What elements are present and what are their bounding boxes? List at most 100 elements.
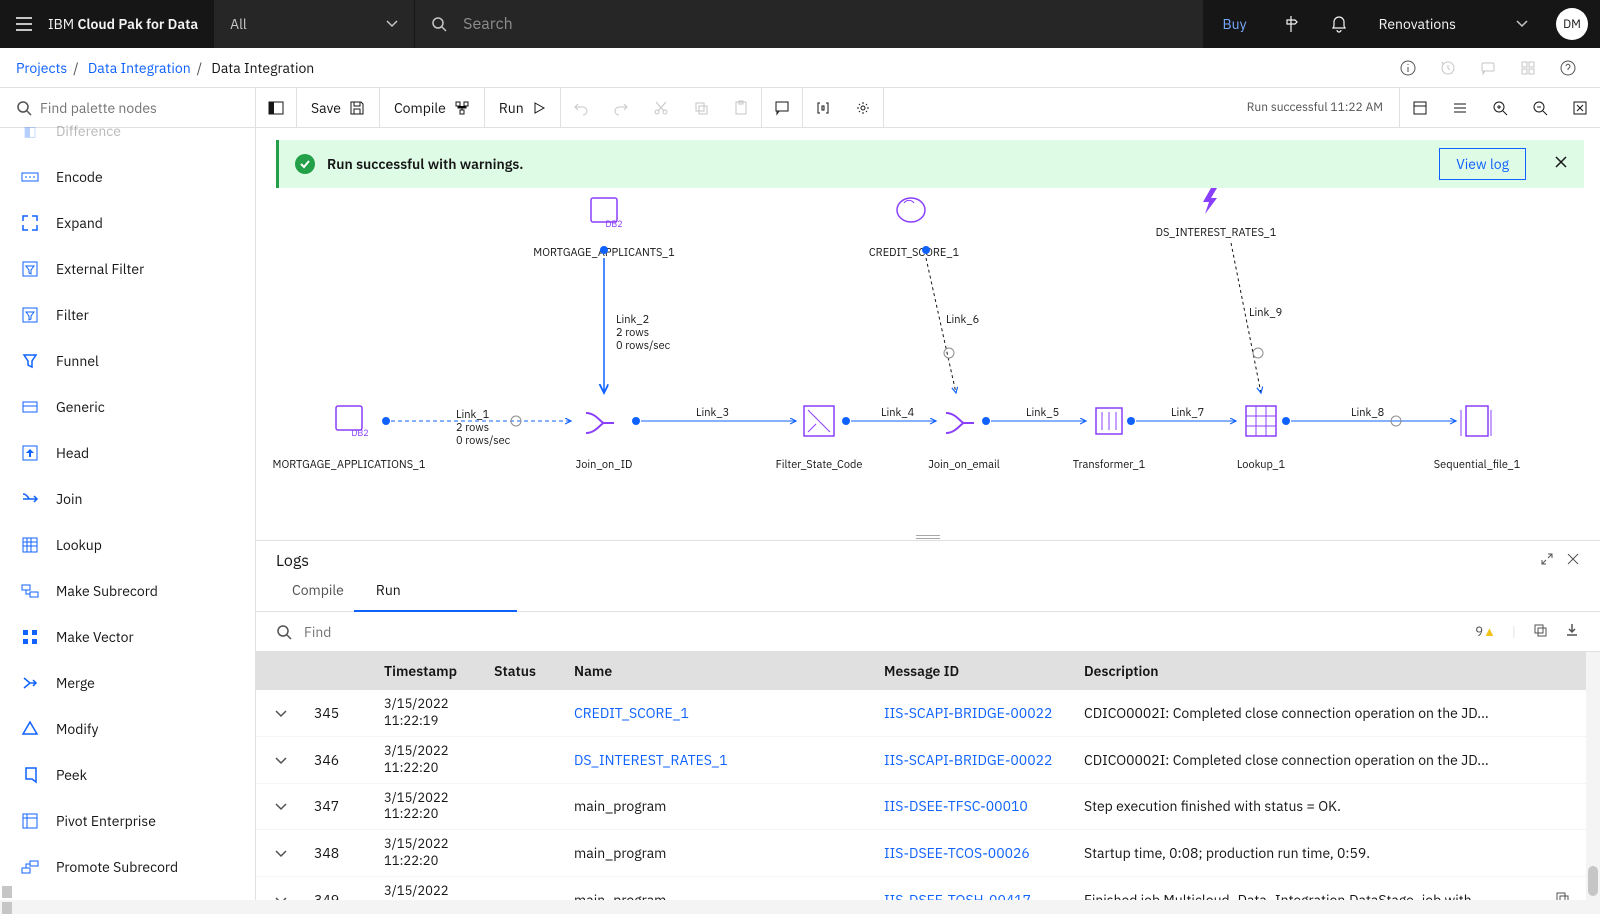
paste-button[interactable] <box>721 88 761 128</box>
layout-button[interactable] <box>1400 88 1440 128</box>
node-sequential-file[interactable]: Sequential_file_1 <box>1434 406 1521 472</box>
copy-row-button[interactable] <box>1546 830 1586 877</box>
maximize-logs-button[interactable] <box>1540 551 1554 571</box>
palette-item-make-vector[interactable]: Make Vector <box>0 614 255 660</box>
expand-row-button[interactable] <box>256 830 306 877</box>
svg-text:Link_8: Link_8 <box>1351 406 1384 420</box>
zoom-out-icon <box>1532 100 1548 116</box>
scope-dropdown[interactable]: All <box>214 0 414 48</box>
palette-item-encode[interactable]: Encode <box>0 154 255 200</box>
tab-compile[interactable]: Compile <box>276 571 360 611</box>
palette-item-make-subrecord[interactable]: Make Subrecord <box>0 568 255 614</box>
close-notification-button[interactable] <box>1554 154 1568 174</box>
log-row[interactable]: 3483/15/202211:22:20main_programIIS-DSEE… <box>256 830 1586 877</box>
expand-row-button[interactable] <box>256 783 306 830</box>
palette-item-expand[interactable]: Expand <box>0 200 255 246</box>
palette-item-difference[interactable]: ◧Difference <box>0 108 255 154</box>
header-actions: Buy Renovations DM <box>1203 0 1600 48</box>
log-row[interactable]: 3453/15/202211:22:19CREDIT_SCORE_1IIS-SC… <box>256 690 1586 736</box>
node-lookup[interactable]: Lookup_1 <box>1237 406 1286 472</box>
log-row[interactable]: 3493/15/202211:22:20main_programIIS-DSEE… <box>256 877 1586 900</box>
history-button[interactable] <box>1432 52 1464 84</box>
copy-button[interactable] <box>681 88 721 128</box>
compile-button[interactable]: Compile <box>380 88 484 128</box>
node-join-id[interactable]: Join_on_ID <box>576 413 633 472</box>
tab-run[interactable]: Run <box>360 571 417 611</box>
comment-button[interactable] <box>1472 52 1504 84</box>
add-comment-button[interactable] <box>762 88 802 128</box>
palette-item-generic[interactable]: Generic <box>0 384 255 430</box>
toggle-panel-button[interactable] <box>256 88 296 128</box>
hamburger-menu[interactable] <box>0 0 48 48</box>
row-msgid[interactable]: IIS-DSEE-TOSH-00417 <box>876 877 1076 900</box>
info-button[interactable] <box>1392 52 1424 84</box>
copy-row-button[interactable] <box>1546 877 1586 900</box>
palette-item-filter[interactable]: Filter <box>0 292 255 338</box>
copy-row-button[interactable] <box>1546 783 1586 830</box>
zoom-out-button[interactable] <box>1520 88 1560 128</box>
canvas[interactable]: Run successful with warnings. View log D… <box>256 128 1600 534</box>
node-mortgage-applications[interactable]: DB2MORTGAGE_APPLICATIONS_1 <box>273 406 426 472</box>
palette-item-head[interactable]: Head <box>0 430 255 476</box>
row-timestamp: 3/15/202211:22:19 <box>376 690 486 736</box>
logs-find-input[interactable] <box>304 623 1463 641</box>
compile-icon <box>454 100 470 116</box>
copy-row-button[interactable] <box>1546 690 1586 736</box>
row-msgid[interactable]: IIS-DSEE-TFSC-00010 <box>876 783 1076 830</box>
undo-button[interactable] <box>561 88 601 128</box>
cut-button[interactable] <box>641 88 681 128</box>
palette-item-modify[interactable]: Modify <box>0 706 255 752</box>
workspace-dropdown[interactable]: Renovations <box>1363 15 1544 33</box>
zoom-fit-button[interactable] <box>1560 88 1600 128</box>
breadcrumb: Projects/ Data Integration/ Data Integra… <box>16 59 314 77</box>
palette-item-external-filter[interactable]: External Filter <box>0 246 255 292</box>
redo-button[interactable] <box>601 88 641 128</box>
avatar[interactable]: DM <box>1556 8 1588 40</box>
breadcrumb-bar: Projects/ Data Integration/ Data Integra… <box>0 48 1600 88</box>
notifications-button[interactable] <box>1315 0 1363 48</box>
palette-item-merge[interactable]: Merge <box>0 660 255 706</box>
logs-scrollbar[interactable] <box>1586 652 1600 900</box>
node-filter-state[interactable]: Filter_State_Code <box>776 406 863 472</box>
logs-panel: Logs Compile Run 9▲ | <box>256 540 1600 900</box>
run-button[interactable]: Run <box>485 88 560 128</box>
zoom-in-button[interactable] <box>1480 88 1520 128</box>
palette-item-funnel[interactable]: Funnel <box>0 338 255 384</box>
palette-item-peek[interactable]: Peek <box>0 752 255 798</box>
global-search[interactable]: Search <box>415 0 1202 48</box>
breadcrumb-integration[interactable]: Data Integration <box>88 59 191 77</box>
palette-item-join[interactable]: Join <box>0 476 255 522</box>
node-transformer[interactable]: Transformer_1 <box>1073 408 1146 472</box>
help-button[interactable] <box>1552 52 1584 84</box>
run-status: Run successful 11:22 AM <box>1231 100 1399 115</box>
log-row[interactable]: 3473/15/202211:22:20main_programIIS-DSEE… <box>256 783 1586 830</box>
row-msgid[interactable]: IIS-SCAPI-BRIDGE-00022 <box>876 690 1076 736</box>
settings-button[interactable] <box>843 88 883 128</box>
expand-row-button[interactable] <box>256 736 306 783</box>
node-credit-score[interactable]: CREDIT_SCORE_1 <box>869 198 960 260</box>
qr-button[interactable] <box>1512 52 1544 84</box>
save-button[interactable]: Save <box>297 88 379 128</box>
node-interest-rates[interactable]: DS_INTEREST_RATES_1 <box>1156 188 1277 240</box>
view-log-button[interactable]: View log <box>1439 148 1526 180</box>
copy-row-button[interactable] <box>1546 736 1586 783</box>
palette-item-pivot[interactable]: Pivot Enterprise <box>0 798 255 844</box>
palette-item-promote[interactable]: Promote Subrecord <box>0 844 255 890</box>
palette-item-lookup[interactable]: Lookup <box>0 522 255 568</box>
row-msgid[interactable]: IIS-SCAPI-BRIDGE-00022 <box>876 736 1076 783</box>
filter-icon <box>20 305 40 325</box>
node-mortgage-applicants[interactable]: DB2 MORTGAGE_APPLICANTS_1 <box>533 198 675 260</box>
external-filter-icon <box>20 259 40 279</box>
parameters-button[interactable] <box>803 88 843 128</box>
log-row[interactable]: 3463/15/202211:22:20DS_INTEREST_RATES_1I… <box>256 736 1586 783</box>
help-tour-button[interactable] <box>1267 0 1315 48</box>
download-logs-button[interactable] <box>1564 622 1580 642</box>
breadcrumb-projects[interactable]: Projects <box>16 59 67 77</box>
close-logs-button[interactable] <box>1566 551 1580 571</box>
buy-link[interactable]: Buy <box>1203 15 1267 33</box>
arrange-button[interactable] <box>1440 88 1480 128</box>
copy-logs-button[interactable] <box>1532 622 1548 642</box>
expand-row-button[interactable] <box>256 877 306 900</box>
row-msgid[interactable]: IIS-DSEE-TCOS-00026 <box>876 830 1076 877</box>
expand-row-button[interactable] <box>256 690 306 736</box>
